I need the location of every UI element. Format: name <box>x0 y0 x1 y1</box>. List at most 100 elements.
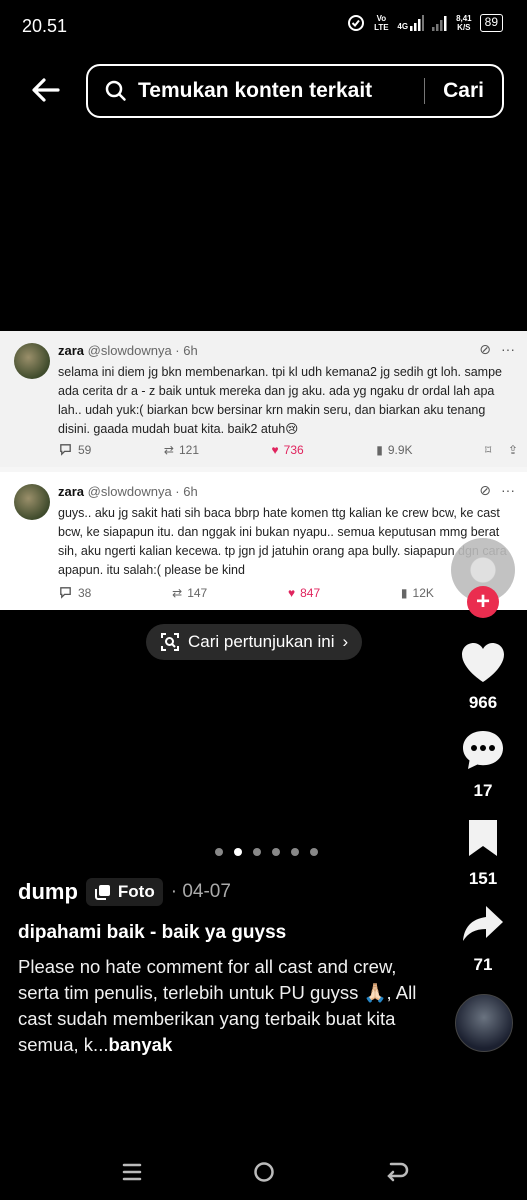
views-icon: ▮ <box>400 585 408 600</box>
tweet-actions: 38 ⇄ 147 ♥ 847 ▮ 12K <box>58 585 518 600</box>
search-input[interactable]: Temukan konten terkait <box>138 79 424 103</box>
grok-icon: ⊘ <box>479 341 491 357</box>
scan-search-icon <box>161 633 179 651</box>
share-button[interactable]: 71 <box>452 902 514 975</box>
reply-value: 59 <box>78 442 92 457</box>
like-button[interactable]: 966 <box>452 640 514 713</box>
find-show-button[interactable]: Cari pertunjukan ini › <box>146 624 363 660</box>
search-divider <box>423 78 426 104</box>
search-icon <box>105 80 126 101</box>
carousel-dots <box>215 848 318 856</box>
network-type: 4G <box>397 22 409 31</box>
like-count: 966 <box>468 693 498 712</box>
bookmark-count: 151 <box>468 869 498 888</box>
post-description[interactable]: Please no hate comment for all cast and … <box>18 954 438 1058</box>
heart-icon <box>462 643 504 682</box>
photo-stack-icon <box>94 885 110 900</box>
photo-badge-label: Foto <box>117 882 155 901</box>
view-value: 9.9K <box>387 442 413 457</box>
tweet-author: zara <box>58 484 85 499</box>
status-time: 20.51 <box>22 16 68 36</box>
chevron-right-icon: › <box>342 632 349 651</box>
back-icon[interactable] <box>382 1158 410 1186</box>
tweet-extra-icons <box>515 586 518 600</box>
grok-icon: ⊘ <box>479 482 491 498</box>
more-icon: ··· <box>501 482 515 498</box>
reply-value: 38 <box>78 585 92 600</box>
tweet-menu: ⊘ ··· <box>479 341 515 358</box>
signal-icon: 4G <box>397 15 425 31</box>
tweet-handle: @slowdownya · 6h <box>87 343 198 358</box>
retweet-icon: ⇄ <box>163 442 174 457</box>
carousel-dot <box>234 848 242 856</box>
heart-icon: ♥ <box>271 442 279 457</box>
author-name[interactable]: dump <box>18 879 78 905</box>
retweet-count: ⇄ 147 <box>172 586 207 600</box>
tweet-text: selama ini diem jg bkn membenarkan. tpi … <box>58 365 502 436</box>
find-show-label: Cari pertunjukan ini <box>188 632 335 651</box>
tweet-header: zara @slowdownya · 6h <box>58 484 198 499</box>
net-speed: 8,41 K/S <box>456 14 472 32</box>
like-value: 736 <box>283 442 304 457</box>
share-count: 71 <box>473 955 493 974</box>
retweet-count: ⇄ 121 <box>164 443 199 457</box>
tweet-text: guys.. aku jg sakit hati sih baca bbrp h… <box>58 506 507 577</box>
tweet-card: zara @slowdownya · 6h ⊘ ··· guys.. aku j… <box>0 472 527 610</box>
like-value: 847 <box>300 585 321 600</box>
creator-avatar[interactable] <box>455 994 513 1052</box>
carousel-dot <box>253 848 261 856</box>
carousel-dot <box>310 848 318 856</box>
home-icon[interactable] <box>250 1158 278 1186</box>
caption-header: dump Foto · 04-07 <box>18 876 438 908</box>
bookmark-icon <box>469 820 497 856</box>
reply-icon <box>60 587 71 599</box>
tweet-author: zara <box>58 343 85 358</box>
like-count: ♥ 736 <box>272 443 304 457</box>
post-title: dipahami baik - baik ya guyss <box>18 922 287 943</box>
alarm-check-icon <box>348 15 365 31</box>
post-date: · 04-07 <box>170 881 231 902</box>
search-button[interactable]: Cari <box>443 79 484 103</box>
tweet-handle: @slowdownya · 6h <box>87 484 198 499</box>
reply-count: 59 <box>58 442 91 457</box>
avatar <box>14 343 50 379</box>
retweet-icon: ⇄ <box>172 585 183 600</box>
net-speed-unit: K/S <box>457 23 471 32</box>
view-count: ▮ 12K <box>401 586 434 600</box>
carousel-dot <box>291 848 299 856</box>
heart-icon: ♥ <box>287 585 296 600</box>
bookmark-icon: ⌑ <box>485 442 492 457</box>
reply-icon <box>60 444 71 456</box>
carousel-dot <box>272 848 280 856</box>
retweet-value: 147 <box>187 585 208 600</box>
signal-2-icon <box>432 16 447 31</box>
comment-button[interactable]: 17 <box>452 728 514 801</box>
view-count: ▮ 9.9K <box>376 443 412 457</box>
see-more-link[interactable]: banyak <box>108 1034 172 1055</box>
post-caption: dump Foto · 04-07 dipahami baik - baik y… <box>18 876 438 1058</box>
tweet-header: zara @slowdownya · 6h <box>58 343 198 358</box>
share-icon: ⇪ <box>507 442 518 457</box>
status-icons: Vo LTE 4G 8,41 K/S 89 <box>347 14 503 32</box>
avatar <box>14 484 50 520</box>
tweet-card: zara @slowdownya · 6h ⊘ ··· selama ini d… <box>0 331 527 467</box>
views-icon: ▮ <box>376 442 383 457</box>
post-image[interactable]: zara @slowdownya · 6h ⊘ ··· selama ini d… <box>0 331 527 610</box>
description-text: Please no hate comment for all cast and … <box>18 956 417 1055</box>
reply-count: 38 <box>58 585 91 600</box>
follow-plus-button[interactable]: + <box>467 586 499 618</box>
search-bar[interactable]: Temukan konten terkait Cari <box>86 64 504 118</box>
battery-icon: 89 <box>479 14 503 32</box>
photo-badge: Foto <box>85 878 163 906</box>
more-icon: ··· <box>501 341 515 357</box>
view-value: 12K <box>412 585 434 600</box>
comment-count: 17 <box>473 781 493 800</box>
volte-indicator: Vo LTE <box>374 14 389 32</box>
tweet-menu: ⊘ ··· <box>479 482 515 499</box>
retweet-value: 121 <box>178 442 199 457</box>
tweet-extra-icons: ⌑ ⇪ <box>485 443 518 457</box>
back-arrow-icon[interactable] <box>28 72 64 108</box>
system-nav-bar <box>0 1146 527 1200</box>
bookmark-button[interactable]: 151 <box>452 816 514 889</box>
recents-icon[interactable] <box>118 1158 146 1186</box>
